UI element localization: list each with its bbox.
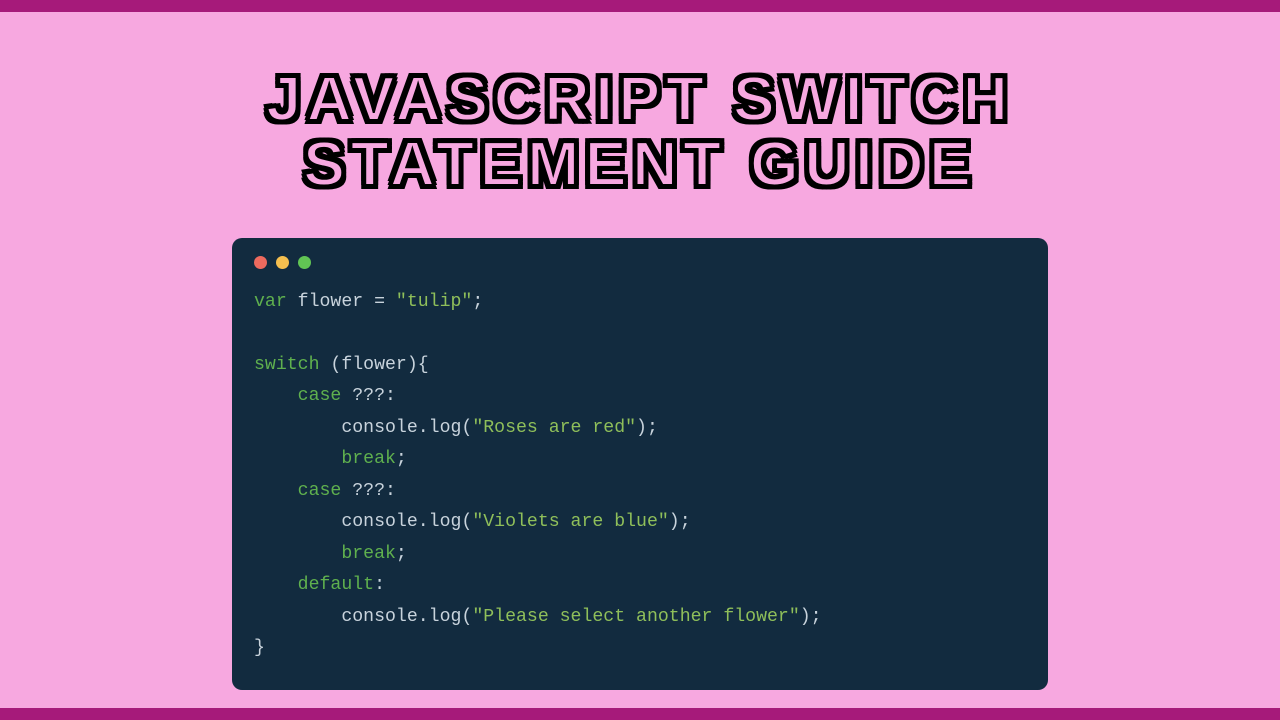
code-token-str: "Please select another flower" <box>472 607 799 627</box>
code-window: var flower = "tulip"; switch (flower){ c… <box>232 238 1048 690</box>
code-token-pun <box>254 449 341 469</box>
code-token-pun: ); <box>669 512 691 532</box>
code-token-unk: ??? <box>352 481 385 501</box>
code-token-pun: : <box>385 386 396 406</box>
code-token-pun: ; <box>396 544 407 564</box>
maximize-icon[interactable] <box>298 256 311 269</box>
code-token-id: console <box>341 418 417 438</box>
code-token-pun: ( <box>461 418 472 438</box>
code-token-kw: break <box>341 449 396 469</box>
code-token-str: "Violets are blue" <box>472 512 668 532</box>
code-token-pun: ( <box>461 607 472 627</box>
code-token-pun: ; <box>396 449 407 469</box>
code-token-pun: = <box>363 292 396 312</box>
code-token-pun: ); <box>800 607 822 627</box>
window-controls <box>254 256 1026 269</box>
code-block: var flower = "tulip"; switch (flower){ c… <box>254 287 1026 665</box>
title-text-1: JAVASCRIPT SWITCH <box>266 65 1013 134</box>
code-token-pun: : <box>385 481 396 501</box>
code-token-pun: . <box>418 418 429 438</box>
slide-canvas: JAVASCRIPT SWITCH STATEMENT GUIDE var fl… <box>0 12 1280 708</box>
code-token-kw: switch <box>254 355 330 375</box>
code-token-pun <box>254 575 298 595</box>
title-line-2: STATEMENT GUIDE <box>0 132 1280 197</box>
code-token-pun <box>254 544 341 564</box>
code-token-kw: case <box>298 386 353 406</box>
code-token-pun: } <box>254 638 265 658</box>
code-token-pun: : <box>374 575 385 595</box>
code-token-fn: log <box>429 418 462 438</box>
close-icon[interactable] <box>254 256 267 269</box>
code-token-pun <box>254 481 298 501</box>
code-token-fn: log <box>429 512 462 532</box>
code-token-id: console <box>341 607 417 627</box>
code-token-kw: default <box>298 575 374 595</box>
title-line-1: JAVASCRIPT SWITCH <box>0 67 1280 132</box>
code-token-pun <box>254 607 341 627</box>
code-token-kw: var <box>254 292 298 312</box>
code-token-pun: ( <box>330 355 341 375</box>
code-token-kw: case <box>298 481 353 501</box>
code-token-pun: . <box>418 512 429 532</box>
code-token-pun <box>254 512 341 532</box>
code-token-pun <box>254 386 298 406</box>
code-token-id: console <box>341 512 417 532</box>
minimize-icon[interactable] <box>276 256 289 269</box>
code-token-pun: . <box>418 607 429 627</box>
code-token-pun: ; <box>472 292 483 312</box>
code-token-kw: break <box>341 544 396 564</box>
code-token-str: "Roses are red" <box>472 418 636 438</box>
code-token-pun: ( <box>461 512 472 532</box>
code-token-id: flower <box>298 292 364 312</box>
code-token-pun: ); <box>636 418 658 438</box>
code-token-pun: ){ <box>407 355 429 375</box>
code-token-pun <box>254 418 341 438</box>
code-token-str: "tulip" <box>396 292 472 312</box>
outer-frame: JAVASCRIPT SWITCH STATEMENT GUIDE var fl… <box>0 0 1280 720</box>
code-token-fn: log <box>429 607 462 627</box>
code-token-unk: ??? <box>352 386 385 406</box>
title-text-2: STATEMENT GUIDE <box>303 130 976 199</box>
slide-title: JAVASCRIPT SWITCH STATEMENT GUIDE <box>0 67 1280 197</box>
code-token-id: flower <box>341 355 407 375</box>
